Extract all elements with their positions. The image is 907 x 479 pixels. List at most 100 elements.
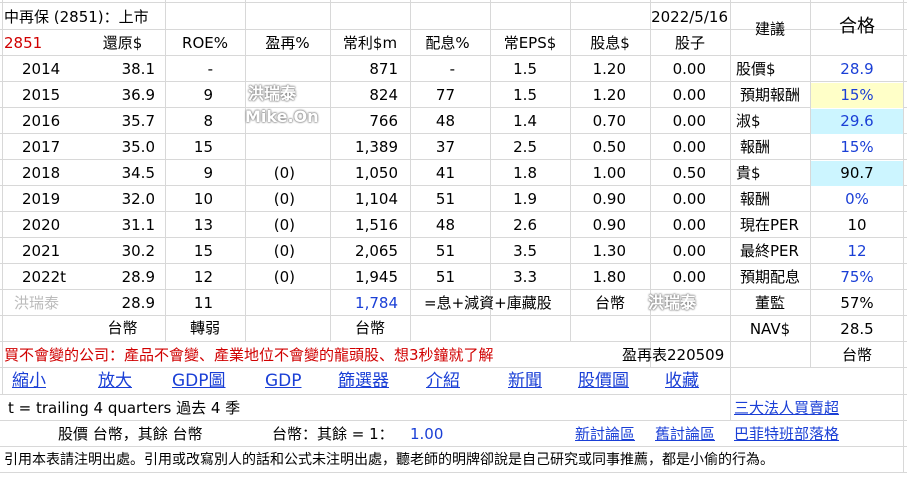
cell-eps: 1.9: [513, 190, 537, 208]
cell-profit: 1,104: [355, 190, 398, 208]
institutional-link[interactable]: 三大法人買賣超: [734, 395, 874, 421]
summary-formula: =息+減資+庫藏股: [424, 294, 552, 312]
cell-eps: 2.6: [513, 216, 537, 234]
cell-payout: -: [449, 60, 455, 78]
cell-reinvest: (0): [273, 242, 295, 260]
metric-value: 12: [847, 242, 867, 260]
cell-restore: 35.7: [121, 112, 155, 130]
cell-roe: 9: [203, 86, 213, 104]
cell-restore: 34.5: [121, 164, 155, 182]
cell-div: 1.80: [592, 268, 626, 286]
metric-label: 最終PER: [740, 242, 799, 260]
advice-label: 建議: [754, 20, 785, 38]
cell-div: 0.90: [592, 190, 626, 208]
cell-div: 1.30: [592, 242, 626, 260]
metric-value: 75%: [840, 268, 874, 286]
cell-year: 2015: [22, 86, 61, 104]
metric-label: 報酬: [740, 138, 771, 156]
footer-notice: 引用本表請注明出處。引用或改寫別人的話和公式未注明出處，聽老師的明牌卻說是自己研…: [4, 452, 774, 468]
cell-eps: 3.5: [513, 242, 537, 260]
metric-value: 10: [847, 216, 867, 234]
cell-payout: 37: [435, 138, 455, 156]
report-date: 2022/5/16: [651, 8, 728, 26]
metric-label: 股價$: [736, 60, 776, 78]
cell-restore: 30.2: [121, 242, 155, 260]
cell-div: 1.00: [592, 164, 626, 182]
metric-value: 28.9: [840, 60, 874, 78]
metric-label: 預期配息: [740, 268, 801, 286]
zoom-in-link[interactable]: 放大: [98, 368, 132, 394]
cell-year: 2018: [22, 164, 61, 182]
summary-currency: 台幣: [594, 294, 625, 312]
metric-label: 貴$: [736, 164, 761, 182]
cell-roe: 9: [203, 164, 213, 182]
cell-roe: 10: [193, 190, 213, 208]
metric-label: 現在PER: [740, 216, 799, 234]
cell-eps: 1.4: [513, 112, 537, 130]
cell-payout: 48: [435, 216, 455, 234]
cell-roe: 13: [193, 216, 213, 234]
cell-roe: 8: [203, 112, 213, 130]
cell-reinvest: (0): [273, 216, 295, 234]
cell-div: 0.90: [592, 216, 626, 234]
unit-profit: 台幣: [354, 319, 385, 337]
cell-eps: 2.5: [513, 138, 537, 156]
metric-label: 報酬: [740, 190, 771, 208]
cell-reinvest: (0): [273, 190, 295, 208]
cell-year: 2020: [22, 216, 61, 234]
metric-value: 90.7: [811, 161, 903, 186]
new-forum-link[interactable]: 新討論區: [575, 421, 650, 447]
col-header-restore: 還原$: [102, 34, 143, 52]
news-link[interactable]: 新聞: [508, 368, 542, 394]
cell-eps: 1.8: [513, 164, 537, 182]
cell-restore: 35.0: [121, 138, 155, 156]
gdp-link[interactable]: GDP: [265, 368, 302, 394]
cell-profit: 766: [369, 112, 398, 130]
col-header-payout: 配息%: [425, 34, 470, 52]
price-chart-link[interactable]: 股價圖: [578, 368, 629, 394]
summary-restore: 28.9: [121, 294, 155, 312]
intro-link[interactable]: 介紹: [426, 368, 460, 394]
zoom-out-link[interactable]: 縮小: [12, 368, 46, 394]
cell-profit: 1,945: [355, 268, 398, 286]
col-header-ticker: 2851: [4, 34, 43, 52]
metric-value: 0%: [845, 190, 869, 208]
cell-stock: 0.00: [672, 242, 706, 260]
cell-payout: 41: [435, 164, 455, 182]
cell-restore: 38.1: [121, 60, 155, 78]
sheet-name: 盈再表220509: [622, 346, 725, 364]
cell-roe: -: [207, 60, 213, 78]
col-header-roe: ROE%: [182, 34, 228, 52]
unit-roe: 轉弱: [189, 319, 220, 337]
currency-note: 股價 台幣，其餘 台幣: [58, 425, 203, 443]
cell-restore: 31.1: [121, 216, 155, 234]
cell-stock: 0.50: [672, 164, 706, 182]
old-forum-link[interactable]: 舊討論區: [655, 421, 730, 447]
gdp-chart-link[interactable]: GDP圖: [172, 368, 226, 394]
cell-roe: 15: [193, 242, 213, 260]
cell-payout: 51: [435, 242, 455, 260]
metric-value: 28.5: [840, 320, 874, 338]
exchange-rate-value[interactable]: 1.00: [410, 421, 470, 447]
cell-year: 2017: [22, 138, 61, 156]
favorite-link[interactable]: 收藏: [665, 368, 699, 394]
grid-line: [903, 0, 904, 472]
col-header-dividend: 股息$: [590, 34, 630, 52]
col-header-profit: 常利$m: [342, 34, 398, 52]
cell-year: 2014: [22, 60, 61, 78]
cell-restore: 32.0: [121, 190, 155, 208]
metric-value: 29.6: [811, 109, 903, 134]
cell-eps: 1.5: [513, 60, 537, 78]
cell-div: 1.20: [592, 60, 626, 78]
cell-div: 0.50: [592, 138, 626, 156]
cell-div: 0.70: [592, 112, 626, 130]
watermark-text: 洪瑞泰: [648, 293, 697, 312]
right-unit: 台幣: [841, 346, 872, 364]
screener-link[interactable]: 篩選器: [338, 368, 389, 394]
grid-line: [2, 0, 3, 394]
cell-profit: 871: [369, 60, 398, 78]
buffett-blog-link[interactable]: 巴菲特班部落格: [734, 421, 874, 447]
cell-reinvest: [245, 56, 295, 82]
cell-year: 2016: [22, 112, 61, 130]
cell-reinvest: (0): [273, 268, 295, 286]
